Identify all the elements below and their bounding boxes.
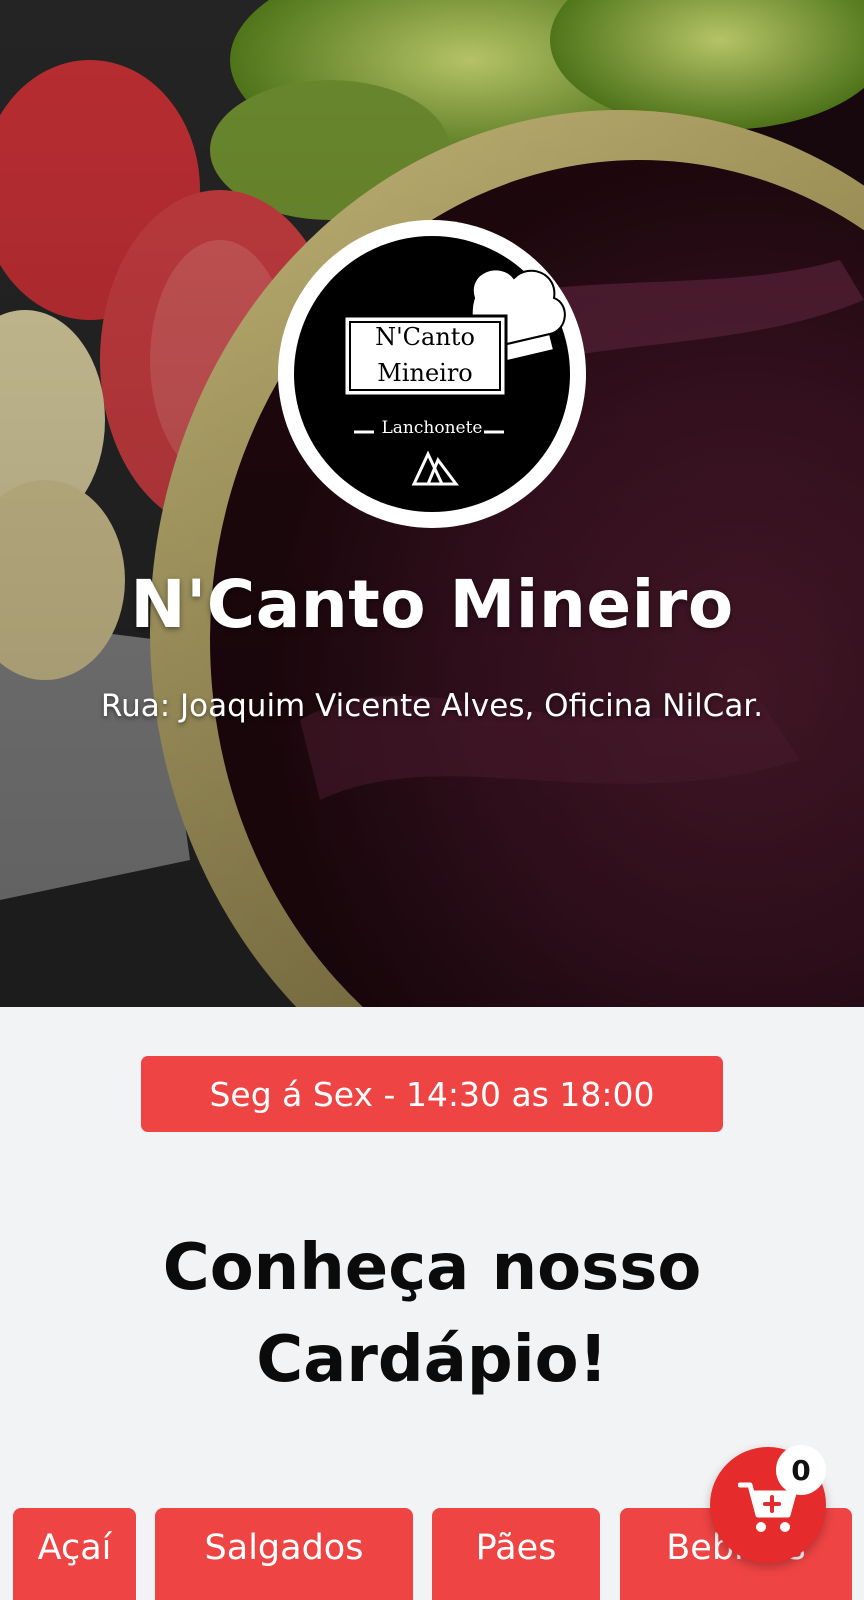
store-logo: N'Canto Mineiro Lanchonete bbox=[278, 220, 586, 528]
category-button-acai[interactable]: Açaí bbox=[13, 1508, 136, 1600]
logo-subtitle: Lanchonete bbox=[381, 418, 483, 438]
store-title: N'Canto Mineiro bbox=[130, 566, 734, 643]
menu-heading: Conheça nosso Cardápio! bbox=[0, 1222, 864, 1406]
category-button-paes[interactable]: Pães bbox=[432, 1508, 600, 1600]
category-button-salgados[interactable]: Salgados bbox=[155, 1508, 413, 1600]
opening-hours-badge: Seg á Sex - 14:30 as 18:00 bbox=[141, 1056, 723, 1132]
menu-heading-line2: Cardápio! bbox=[256, 1323, 608, 1397]
logo-name-line1: N'Canto bbox=[375, 323, 475, 351]
hero-banner: N'Canto Mineiro Lanchonete N'Canto Minei… bbox=[0, 0, 864, 1007]
store-address: Rua: Joaquim Vicente Alves, Oficina NilC… bbox=[100, 688, 764, 724]
page: N'Canto Mineiro Lanchonete N'Canto Minei… bbox=[0, 0, 864, 1600]
cart-count-badge: 0 bbox=[776, 1445, 826, 1495]
logo-name-line2: Mineiro bbox=[377, 359, 473, 387]
menu-heading-line1: Conheça nosso bbox=[162, 1231, 702, 1305]
